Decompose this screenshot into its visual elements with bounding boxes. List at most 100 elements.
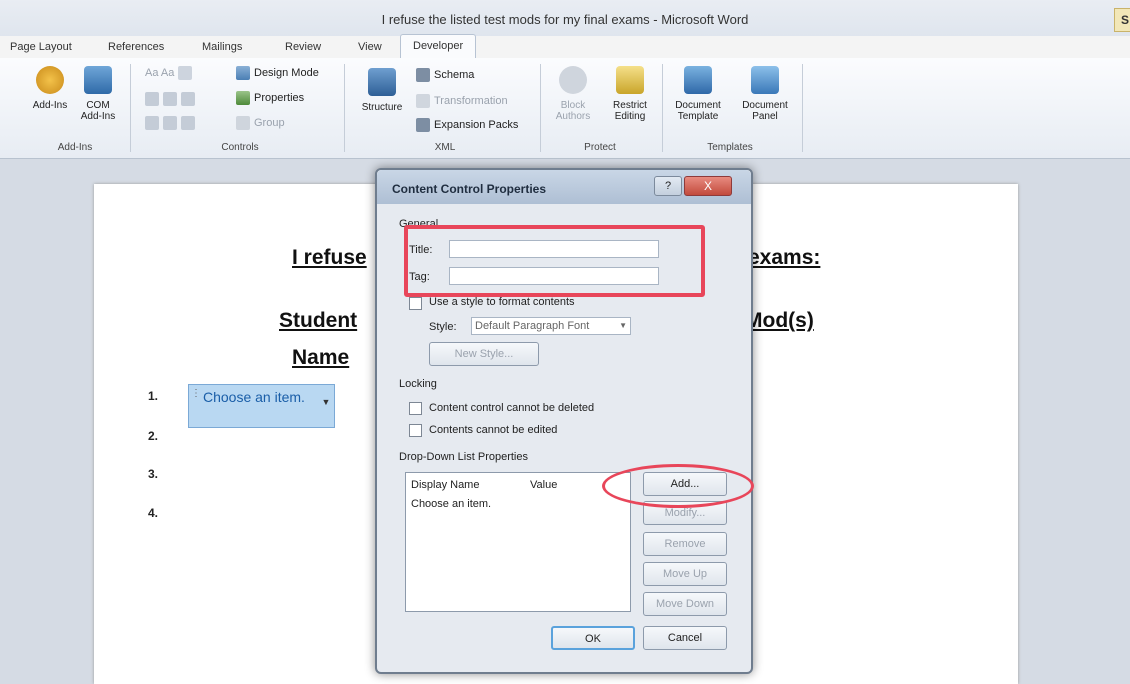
expansion-packs-button[interactable]: Expansion Packs — [416, 118, 518, 132]
ribbon: Add-Ins COM Add-Ins Add-Ins Aa Aa Design… — [0, 58, 1130, 159]
locking-section-label: Locking — [399, 378, 437, 390]
expansion-packs-label: Expansion Packs — [434, 118, 519, 131]
lock-icon — [616, 66, 644, 94]
date-picker-icon[interactable] — [145, 116, 159, 130]
list-number-1: 1. — [148, 389, 159, 403]
heading-left: I refuse — [292, 246, 367, 269]
dropdown-content-control[interactable]: ⋮ Choose an item. ▼ — [188, 384, 335, 428]
picture-control-icon — [178, 66, 193, 80]
tab-developer[interactable]: Developer — [400, 34, 477, 60]
tab-references[interactable]: References — [104, 36, 168, 58]
value-header: Value — [530, 479, 558, 491]
add-ins-button[interactable]: Add-Ins — [30, 66, 70, 111]
properties-icon — [236, 91, 250, 105]
corner-badge[interactable]: S — [1114, 8, 1130, 32]
annotation-rectangle — [404, 225, 705, 297]
checkbox-control-icon[interactable] — [163, 116, 177, 130]
document-panel-label: Document Panel — [742, 100, 788, 122]
structure-button[interactable]: Structure — [354, 68, 410, 113]
building-block-icon[interactable] — [145, 92, 159, 106]
legacy-tools-icon[interactable] — [181, 116, 195, 130]
list-number-3: 3. — [148, 467, 159, 481]
transformation-label: Transformation — [434, 94, 508, 107]
gear-icon — [36, 66, 64, 94]
tab-review[interactable]: Review — [281, 36, 325, 58]
column-student: Student — [279, 309, 358, 332]
style-value: Default Paragraph Font — [475, 320, 590, 332]
schema-icon — [416, 68, 430, 82]
aa-label: Aa Aa — [145, 66, 175, 79]
dropdown-list-icon[interactable] — [181, 92, 195, 106]
group-label-add-ins: Add-Ins — [57, 142, 93, 153]
close-button[interactable]: X — [684, 176, 732, 196]
group-button[interactable]: Group — [236, 116, 285, 130]
add-ins-label: Add-Ins — [32, 100, 68, 111]
document-panel-icon — [751, 66, 779, 94]
cancel-button[interactable]: Cancel — [643, 626, 727, 650]
heading-right: exams: — [748, 246, 821, 269]
document-panel-button[interactable]: Document Panel — [734, 66, 796, 122]
move-up-button[interactable]: Move Up — [643, 562, 727, 586]
display-name-header: Display Name — [411, 479, 480, 491]
help-button[interactable]: ? — [654, 176, 682, 196]
style-label: Style: — [429, 321, 457, 333]
design-mode-button[interactable]: Design Mode — [236, 66, 319, 80]
restrict-editing-label: Restrict Editing — [613, 100, 647, 122]
window-title: I refuse the listed test mods for my fin… — [381, 12, 749, 27]
group-label-templates: Templates — [707, 142, 753, 153]
com-add-ins-button[interactable]: COM Add-Ins — [78, 66, 118, 122]
lock-edit-label: Contents cannot be edited — [429, 424, 558, 436]
tab-mailings[interactable]: Mailings — [198, 36, 246, 58]
block-authors-button[interactable]: Block Authors — [548, 66, 598, 122]
block-authors-label: Block Authors — [555, 100, 591, 122]
schema-button[interactable]: Schema — [416, 68, 474, 82]
list-item[interactable]: Choose an item. — [411, 498, 491, 510]
group-separator — [130, 64, 131, 152]
use-style-checkbox[interactable] — [409, 297, 422, 310]
dialog-title-bar[interactable]: Content Control Properties ? X — [377, 170, 751, 204]
document-template-label: Document Template — [675, 100, 721, 122]
column-mods: Mod(s) — [745, 309, 814, 332]
group-separator — [540, 64, 541, 152]
structure-icon — [368, 68, 396, 96]
move-down-button[interactable]: Move Down — [643, 592, 727, 616]
chevron-down-icon[interactable]: ▼ — [320, 387, 332, 423]
properties-label: Properties — [254, 91, 305, 104]
use-style-label: Use a style to format contents — [429, 296, 575, 308]
lock-delete-label: Content control cannot be deleted — [429, 402, 595, 414]
group-label-controls: Controls — [221, 142, 259, 153]
properties-button[interactable]: Properties — [236, 91, 304, 105]
tab-page-layout[interactable]: Page Layout — [6, 36, 76, 58]
schema-label: Schema — [434, 68, 475, 81]
text-controls-button[interactable]: Aa Aa — [145, 66, 193, 80]
group-separator — [344, 64, 345, 152]
annotation-ellipse — [602, 464, 754, 508]
com-add-ins-icon — [84, 66, 112, 94]
control-grip-icon[interactable]: ⋮ — [191, 388, 201, 399]
group-label: Group — [254, 116, 285, 129]
transformation-icon — [416, 94, 430, 108]
dropdown-placeholder: Choose an item. — [203, 389, 305, 405]
group-icon — [236, 116, 250, 130]
design-mode-label: Design Mode — [254, 66, 319, 79]
style-select[interactable]: Default Paragraph Font ▼ — [471, 317, 631, 335]
lock-delete-checkbox[interactable] — [409, 402, 422, 415]
group-separator — [662, 64, 663, 152]
block-authors-icon — [559, 66, 587, 94]
group-label-protect: Protect — [584, 142, 616, 153]
ribbon-tabs: Page Layout References Mailings Review V… — [0, 34, 1130, 60]
chevron-down-icon: ▼ — [619, 321, 627, 330]
combo-box-icon[interactable] — [163, 92, 177, 106]
dropdown-items-list[interactable]: Display Name Value Choose an item. — [405, 472, 631, 612]
transformation-button[interactable]: Transformation — [416, 94, 508, 108]
restrict-editing-button[interactable]: Restrict Editing — [604, 66, 656, 122]
document-template-button[interactable]: Document Template — [666, 66, 730, 122]
remove-button[interactable]: Remove — [643, 532, 727, 556]
title-bar: I refuse the listed test mods for my fin… — [0, 0, 1130, 36]
ok-button[interactable]: OK — [551, 626, 635, 650]
new-style-button[interactable]: New Style... — [429, 342, 539, 366]
tab-view[interactable]: View — [354, 36, 386, 58]
lock-edit-checkbox[interactable] — [409, 424, 422, 437]
structure-label: Structure — [361, 102, 403, 113]
com-add-ins-label: COM Add-Ins — [80, 100, 116, 122]
